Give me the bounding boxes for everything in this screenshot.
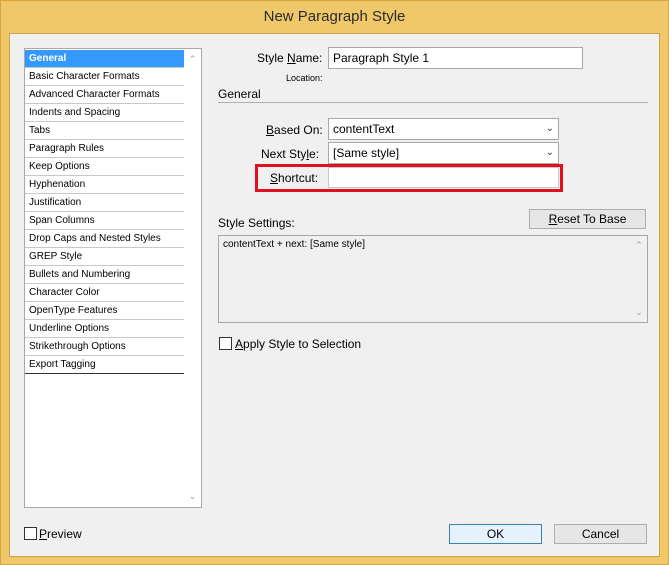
- sidebar-item-drop-caps-and-nested-styles[interactable]: Drop Caps and Nested Styles: [25, 230, 185, 248]
- based-on-select[interactable]: contentText ⌄: [328, 118, 559, 140]
- sidebar-item-underline-options[interactable]: Underline Options: [25, 320, 185, 338]
- sidebar-item-justification[interactable]: Justification: [25, 194, 185, 212]
- sidebar-item-span-columns[interactable]: Span Columns: [25, 212, 185, 230]
- category-list-scrollbar[interactable]: ⌃ ⌄: [184, 49, 201, 507]
- sidebar-item-indents-and-spacing[interactable]: Indents and Spacing: [25, 104, 185, 122]
- category-list[interactable]: General Basic Character Formats Advanced C…: [24, 48, 202, 508]
- sidebar-item-export-tagging[interactable]: Export Tagging: [25, 356, 185, 374]
- sidebar-item-basic-character-formats[interactable]: Basic Character Formats: [25, 68, 185, 86]
- category-list-items: General Basic Character Formats Advanced C…: [25, 50, 185, 374]
- chevron-up-icon[interactable]: ⌃: [631, 237, 647, 254]
- dialog-client-area: General Basic Character Formats Advanced C…: [9, 33, 660, 557]
- apply-style-label: Apply Style to Selection: [235, 337, 362, 351]
- sidebar-item-grep-style[interactable]: GREP Style: [25, 248, 185, 266]
- based-on-value: contentText: [333, 122, 395, 136]
- sidebar-item-character-color[interactable]: Character Color: [25, 284, 185, 302]
- sidebar-item-paragraph-rules[interactable]: Paragraph Rules: [25, 140, 185, 158]
- ok-button[interactable]: OK: [449, 524, 542, 544]
- preview-label: Preview: [39, 527, 82, 541]
- sidebar-item-bullets-and-numbering[interactable]: Bullets and Numbering: [25, 266, 185, 284]
- style-settings-text: contentText + next: [Same style]: [223, 239, 366, 250]
- chevron-down-icon[interactable]: ⌄: [631, 304, 647, 321]
- chevron-up-icon[interactable]: ⌃: [184, 51, 201, 68]
- section-divider: [218, 102, 648, 103]
- apply-style-checkbox[interactable]: [219, 337, 232, 350]
- next-style-select[interactable]: [Same style] ⌄: [328, 142, 559, 164]
- sidebar-item-keep-options[interactable]: Keep Options: [25, 158, 185, 176]
- location-label: Location:: [286, 73, 323, 83]
- sidebar-item-advanced-character-formats[interactable]: Advanced Character Formats: [25, 86, 185, 104]
- preview-checkbox[interactable]: [24, 527, 37, 540]
- style-name-input[interactable]: Paragraph Style 1: [328, 47, 583, 69]
- next-style-label: Next Style:: [261, 147, 320, 161]
- style-settings-box: contentText + next: [Same style] ⌃ ⌄: [218, 235, 648, 323]
- dialog-window: New Paragraph Style General Basic Charact…: [0, 0, 669, 565]
- sidebar-item-opentype-features[interactable]: OpenType Features: [25, 302, 185, 320]
- chevron-down-icon[interactable]: ⌄: [184, 488, 201, 505]
- sidebar-item-strikethrough-options[interactable]: Strikethrough Options: [25, 338, 185, 356]
- sidebar-item-tabs[interactable]: Tabs: [25, 122, 185, 140]
- style-name-label: Style Name:: [257, 51, 323, 65]
- chevron-down-icon: ⌄: [545, 147, 554, 158]
- sidebar-item-hyphenation[interactable]: Hyphenation: [25, 176, 185, 194]
- chevron-down-icon: ⌄: [545, 123, 554, 134]
- section-title: General: [218, 87, 261, 101]
- based-on-label: Based On:: [266, 123, 323, 137]
- cancel-button[interactable]: Cancel: [554, 524, 647, 544]
- reset-to-base-button[interactable]: Reset To Base: [529, 209, 646, 229]
- next-style-value: [Same style]: [333, 146, 400, 160]
- shortcut-input[interactable]: [328, 167, 559, 188]
- style-settings-label: Style Settings:: [218, 216, 295, 230]
- window-title: New Paragraph Style: [263, 8, 406, 25]
- sidebar-item-general[interactable]: General: [25, 50, 185, 68]
- style-settings-scrollbar[interactable]: ⌃ ⌄: [631, 236, 647, 322]
- shortcut-label: Shortcut:: [270, 171, 319, 185]
